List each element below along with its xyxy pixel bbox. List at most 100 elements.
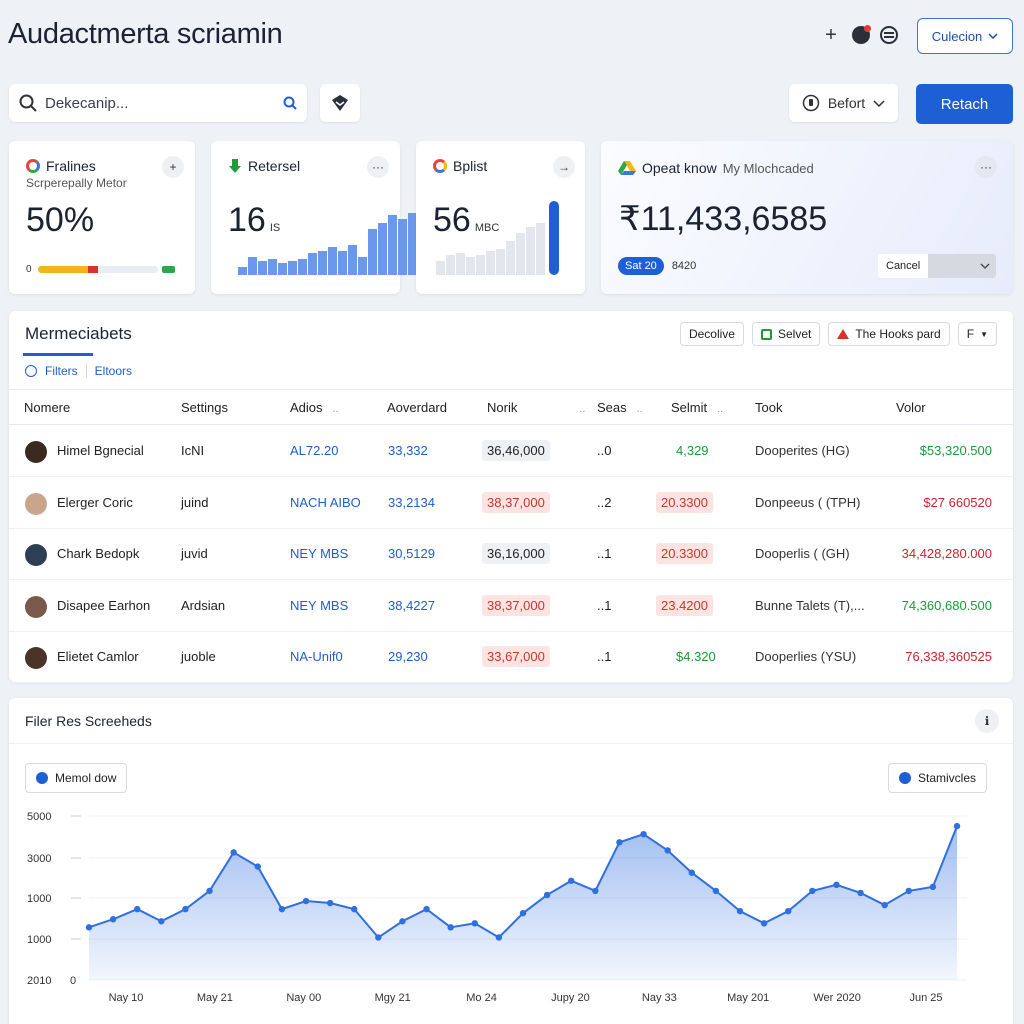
- retach-button[interactable]: Retach: [916, 84, 1013, 124]
- search-submit-icon[interactable]: [283, 96, 297, 110]
- col-norik[interactable]: Norik ‥: [487, 400, 585, 415]
- data-point[interactable]: [519, 909, 527, 917]
- cell-volor: $53,320.500: [919, 443, 992, 458]
- cell-adios[interactable]: NACH AIBO: [290, 495, 361, 510]
- spark-bar: [278, 263, 287, 275]
- spark-bar: [506, 241, 515, 275]
- decolive-button[interactable]: Decolive: [679, 322, 744, 346]
- before-dropdown[interactable]: Befort: [789, 84, 898, 122]
- data-point[interactable]: [616, 839, 623, 846]
- data-point[interactable]: [423, 905, 430, 913]
- menu-icon[interactable]: [880, 26, 898, 44]
- selvet-button[interactable]: Selvet: [751, 322, 821, 346]
- data-point[interactable]: [929, 883, 937, 891]
- data-point[interactable]: [712, 887, 720, 895]
- data-point[interactable]: [351, 905, 358, 913]
- col-settings[interactable]: Settings: [181, 400, 228, 415]
- arrow-right-icon[interactable]: →: [553, 156, 575, 178]
- add-icon[interactable]: +: [820, 24, 842, 46]
- data-point[interactable]: [857, 889, 864, 897]
- table-row[interactable]: Himel Bgnecial IcNI AL72.20 33,332 36,46,000…: [9, 426, 1013, 477]
- add-icon[interactable]: +: [162, 156, 184, 178]
- avatar: [25, 544, 47, 566]
- table-row[interactable]: Disapee Earhon Ardsian NEY MBS 38,4227 38,37…: [9, 581, 1013, 632]
- data-point[interactable]: [881, 901, 888, 909]
- table-row[interactable]: Chark Bedopk juvid NEY MBS 30,5129 36,16,000…: [9, 529, 1013, 580]
- app-title: Audactmerta scriamin: [8, 18, 283, 50]
- collection-dropdown[interactable]: Culecion: [917, 18, 1013, 54]
- notification-icon[interactable]: [852, 25, 871, 44]
- data-point[interactable]: [399, 918, 406, 925]
- data-point[interactable]: [833, 881, 840, 889]
- editors-link[interactable]: Eltoors: [95, 364, 132, 378]
- data-point[interactable]: [326, 899, 334, 907]
- data-point[interactable]: [785, 907, 792, 915]
- cell-volor: 76,338,360525: [905, 649, 992, 664]
- series-area: [89, 826, 957, 980]
- col-seas[interactable]: Seas ‥: [597, 400, 643, 415]
- col-adios[interactable]: Adios ‥: [290, 400, 339, 415]
- tool-label: Decolive: [688, 327, 735, 341]
- data-point[interactable]: [953, 822, 961, 830]
- card-title: Fralines: [46, 158, 96, 174]
- data-point[interactable]: [158, 918, 165, 925]
- cancel-dropdown[interactable]: Cancel: [878, 254, 996, 278]
- data-point[interactable]: [85, 924, 93, 931]
- cell-setting: IcNI: [181, 443, 205, 458]
- spark-bar: [298, 259, 307, 275]
- table-row[interactable]: Elerger Coric juind NACH AIBO 33,2134 38,37,…: [9, 478, 1013, 529]
- data-point[interactable]: [254, 863, 261, 870]
- data-point[interactable]: [760, 920, 768, 927]
- filter-dropdown[interactable]: F ▼: [957, 322, 997, 346]
- data-point[interactable]: [592, 887, 599, 895]
- col-volor[interactable]: Volor: [896, 400, 926, 415]
- data-point[interactable]: [109, 916, 117, 923]
- more-icon[interactable]: ···: [975, 156, 997, 178]
- data-point[interactable]: [471, 920, 478, 927]
- x-tick-label: May 201: [727, 992, 769, 1004]
- data-point[interactable]: [206, 887, 213, 895]
- col-label: Selmit: [671, 400, 708, 415]
- cell-adios[interactable]: NEY MBS: [290, 546, 348, 561]
- data-point[interactable]: [736, 907, 744, 915]
- sparkline-bars: [436, 201, 559, 275]
- table-row[interactable]: Elietet Camlor juoble NA-Unif0 29,230 33,67,…: [9, 632, 1013, 683]
- avatar: [25, 492, 47, 515]
- cell-norik: 38,37,000: [482, 491, 550, 513]
- data-point[interactable]: [375, 934, 382, 941]
- more-icon[interactable]: ···: [367, 156, 389, 178]
- metric-card-retersel: Retersel ··· 16 IS: [211, 141, 417, 294]
- data-table-panel: Mermeciabets Decolive Selvet The Hooks p…: [9, 311, 1013, 683]
- data-point[interactable]: [905, 887, 912, 895]
- y-tick-label: 5000: [27, 811, 51, 823]
- data-point[interactable]: [543, 891, 551, 899]
- data-point[interactable]: [278, 905, 286, 913]
- cell-adios[interactable]: NEY MBS: [290, 598, 348, 613]
- data-point[interactable]: [230, 849, 237, 856]
- col-nomere[interactable]: Nomere: [24, 400, 70, 415]
- search-input[interactable]: [45, 94, 275, 112]
- cell-adios[interactable]: AL72.20: [290, 443, 338, 458]
- share-button[interactable]: [320, 84, 360, 122]
- col-took[interactable]: Took: [755, 400, 782, 415]
- spark-bar: [456, 253, 465, 275]
- col-aoverdard[interactable]: Aoverdard: [387, 400, 447, 415]
- col-selmit[interactable]: Selmit ‥: [671, 400, 723, 415]
- data-point[interactable]: [809, 887, 816, 895]
- filters-link[interactable]: Filters: [45, 364, 78, 378]
- data-point[interactable]: [447, 924, 454, 931]
- data-point[interactable]: [495, 934, 503, 941]
- data-point[interactable]: [640, 831, 647, 838]
- cell-adios[interactable]: NA-Unif0: [290, 649, 343, 664]
- data-point[interactable]: [182, 905, 189, 913]
- cell-took: Dooperlis ( (GH): [755, 546, 850, 561]
- cell-volor: $27 660520: [923, 494, 992, 510]
- card-value: 50%: [26, 201, 95, 239]
- data-point[interactable]: [134, 905, 141, 913]
- data-point[interactable]: [302, 897, 310, 905]
- data-point[interactable]: [568, 877, 575, 884]
- data-point[interactable]: [664, 847, 671, 854]
- hooks-button[interactable]: The Hooks pard: [828, 322, 950, 346]
- data-point[interactable]: [688, 869, 695, 876]
- chevron-down-icon: [873, 99, 885, 107]
